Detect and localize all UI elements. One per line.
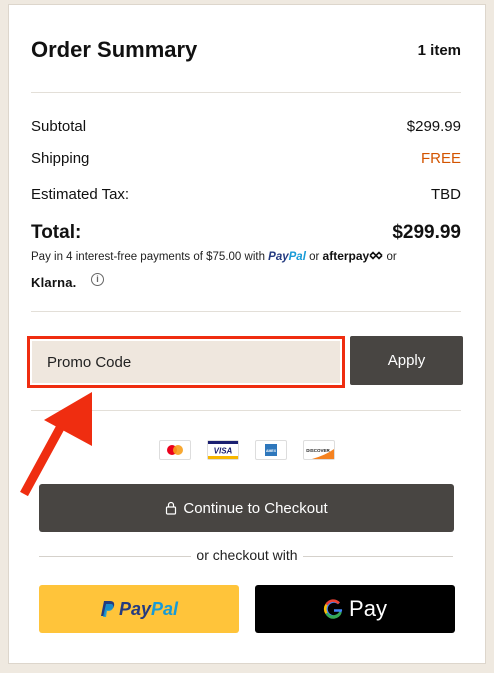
tax-label: Estimated Tax: — [31, 186, 130, 203]
or-text-2: or — [386, 251, 397, 263]
shipping-value: FREE — [420, 150, 461, 167]
google-g-icon — [323, 599, 343, 619]
amex-text: AMEX — [266, 449, 277, 453]
google-pay-label: Pay — [349, 596, 387, 621]
order-summary-card: Order Summary 1 item Subtotal $299.99 Sh… — [8, 4, 486, 664]
paypal-button[interactable]: PayPal — [39, 585, 239, 633]
continue-to-checkout-button[interactable]: Continue to Checkout — [39, 484, 454, 532]
amex-logo: AMEX — [265, 444, 277, 456]
paypal-logo: PayPal — [100, 599, 178, 620]
paypal-inline-logo[interactable]: PayPal — [268, 251, 306, 263]
afterpay-logo[interactable]: afterpay — [323, 249, 384, 263]
paypal-p-icon — [100, 601, 115, 617]
shipping-label: Shipping — [31, 150, 90, 167]
divider — [31, 311, 461, 312]
discover-logo: DISCOVER — [306, 448, 334, 459]
total-label: Total: — [31, 222, 82, 243]
divider — [31, 92, 461, 93]
item-count: 1 item — [417, 42, 461, 59]
continue-label: Continue to Checkout — [183, 499, 328, 517]
mastercard-icon — [159, 440, 191, 460]
lock-icon — [166, 501, 177, 515]
discover-text: DISCOVER — [306, 448, 330, 453]
visa-logo: VISA — [208, 441, 238, 459]
divider — [31, 410, 461, 411]
klarna-logo[interactable]: Klarna. — [31, 275, 76, 290]
apply-button[interactable]: Apply — [350, 336, 463, 385]
google-pay-button[interactable]: Pay — [255, 585, 455, 633]
discover-icon: DISCOVER — [303, 440, 335, 460]
subtotal-label: Subtotal — [31, 118, 87, 135]
or-text-1: or — [309, 251, 320, 263]
visa-text: VISA — [214, 447, 233, 456]
afterpay-arrows-icon — [369, 251, 383, 260]
promo-code-input[interactable] — [32, 341, 340, 383]
amex-icon: AMEX — [255, 440, 287, 460]
total-value: $299.99 — [392, 222, 461, 243]
or-checkout-with: or checkout with — [9, 547, 485, 563]
installments-text: Pay in 4 interest-free payments of $75.0… — [31, 249, 397, 263]
mastercard-logo — [167, 445, 183, 455]
info-icon[interactable]: i — [91, 273, 104, 286]
tax-value: TBD — [431, 186, 461, 203]
subtotal-value: $299.99 — [406, 118, 461, 135]
order-summary-title: Order Summary — [31, 37, 198, 62]
installments-description: Pay in 4 interest-free payments of $75.0… — [31, 251, 265, 263]
visa-icon: VISA — [207, 440, 239, 460]
